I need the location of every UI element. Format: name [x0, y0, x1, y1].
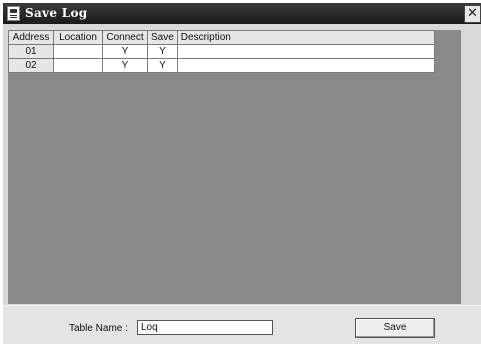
cell-connect[interactable]: Y	[102, 44, 148, 59]
table-name-input[interactable]: Loq	[137, 320, 273, 335]
window-title: Save Log	[25, 6, 88, 20]
column-header-connect[interactable]: Connect	[102, 30, 148, 45]
table-row[interactable]: 02 Y Y	[8, 58, 435, 73]
footer-bar: Table Name : Loq Save	[3, 305, 481, 344]
cell-description[interactable]	[176, 58, 435, 73]
cell-address[interactable]: 01	[8, 44, 54, 59]
cell-location[interactable]	[53, 58, 103, 73]
log-table: Address Location Connect Save Descriptio…	[8, 30, 435, 73]
cell-connect[interactable]: Y	[102, 58, 148, 73]
save-button[interactable]: Save	[355, 318, 435, 338]
cell-location[interactable]	[53, 44, 103, 59]
title-bar[interactable]: Save Log ✕	[3, 3, 481, 24]
column-header-address[interactable]: Address	[8, 30, 54, 45]
table-header-row: Address Location Connect Save Descriptio…	[8, 30, 435, 45]
cell-address[interactable]: 02	[8, 58, 54, 73]
table-name-label: Table Name :	[69, 323, 128, 334]
table-row[interactable]: 01 Y Y	[8, 44, 435, 59]
cell-save[interactable]: Y	[147, 58, 178, 73]
save-log-window: Save Log ✕ Address Location Connect Save…	[3, 3, 481, 344]
cell-save[interactable]: Y	[147, 44, 178, 59]
column-header-description[interactable]: Description	[176, 30, 435, 45]
cell-description[interactable]	[176, 44, 435, 59]
column-header-save[interactable]: Save	[147, 30, 178, 45]
close-icon[interactable]: ✕	[464, 5, 481, 23]
column-header-location[interactable]: Location	[53, 30, 103, 45]
app-icon	[7, 6, 20, 21]
log-table-area: Address Location Connect Save Descriptio…	[8, 30, 461, 304]
